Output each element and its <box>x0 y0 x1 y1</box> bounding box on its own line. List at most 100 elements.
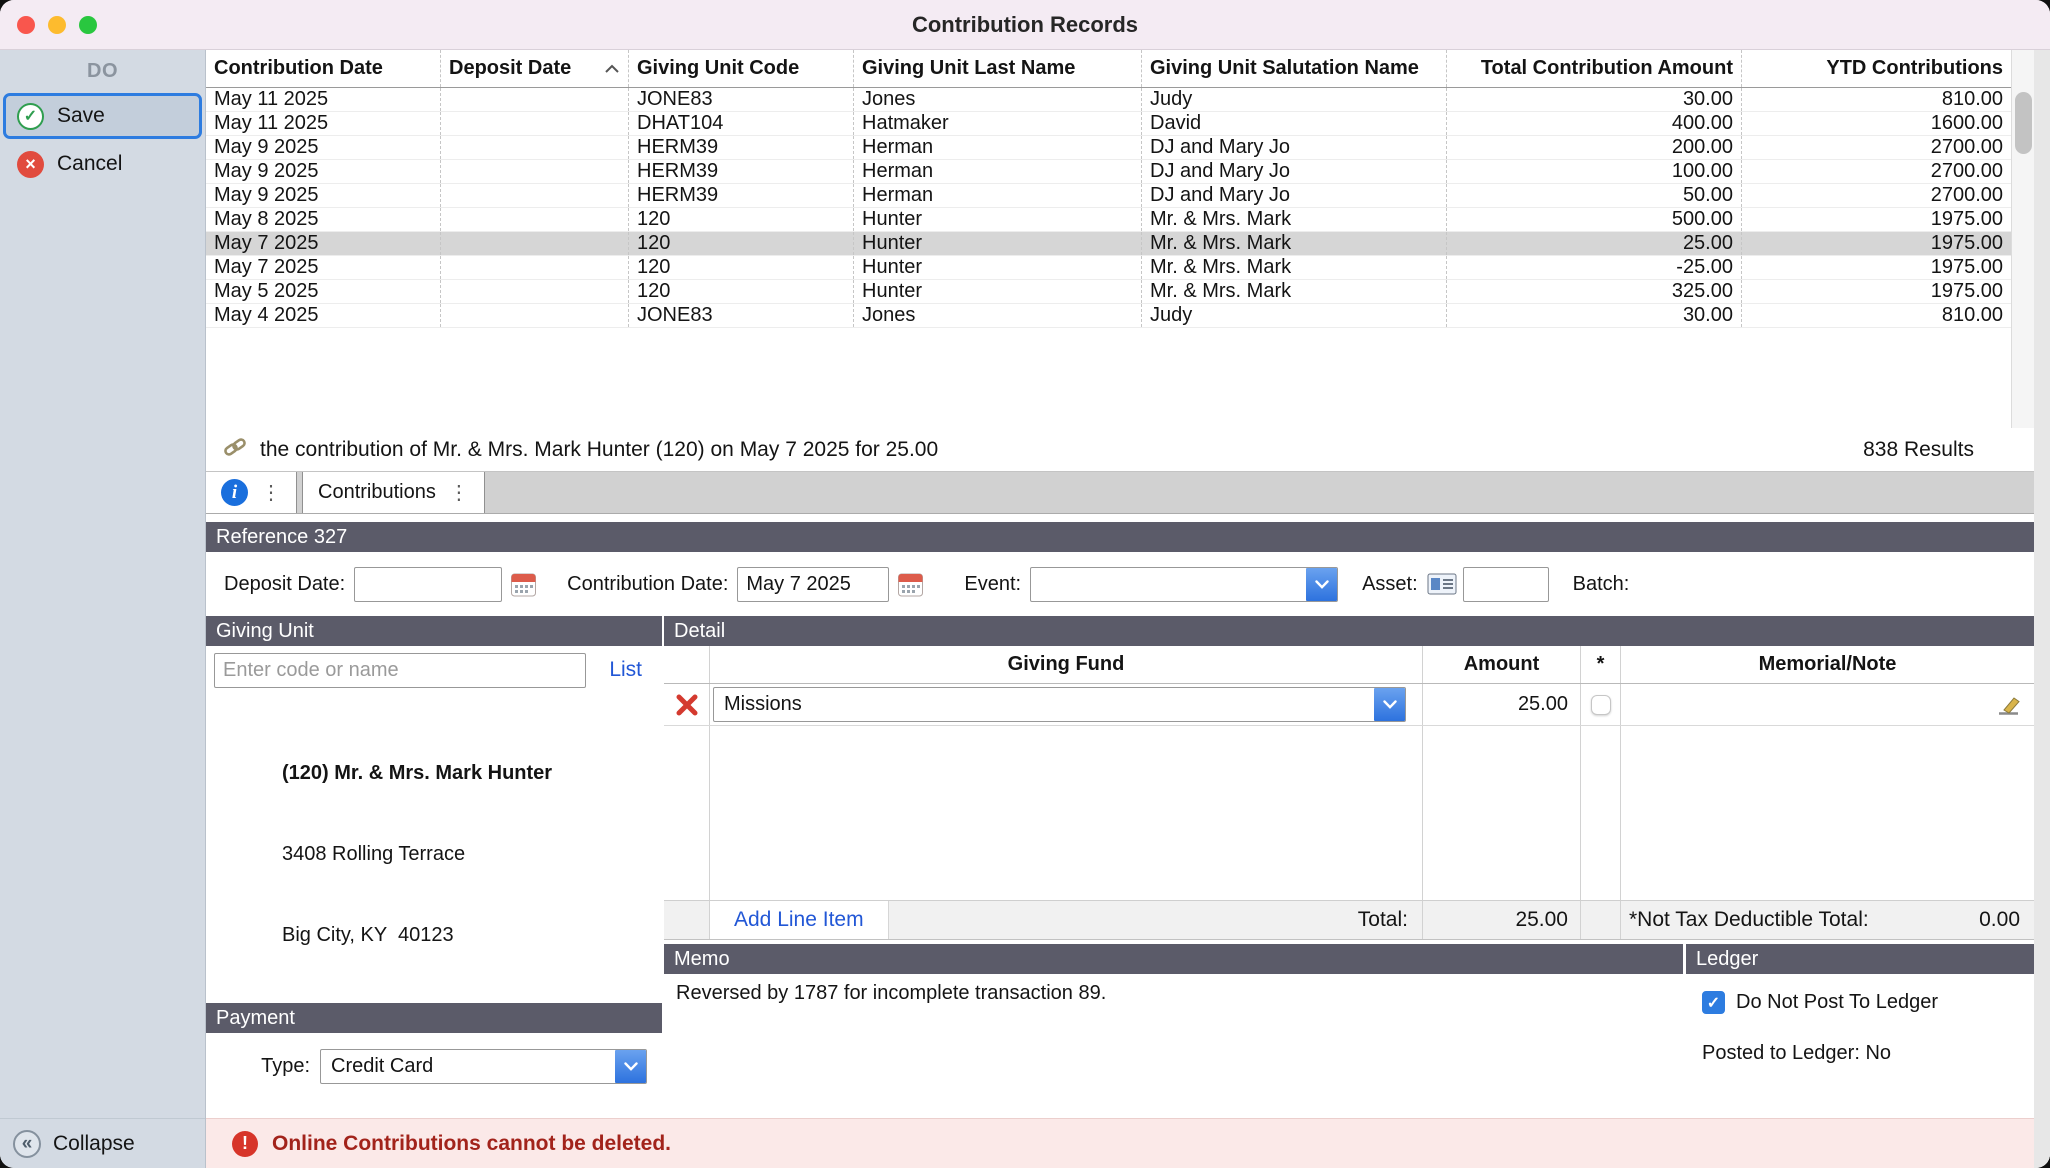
collapse-button[interactable]: « Collapse <box>0 1118 205 1168</box>
cell-contribution-date: May 11 2025 <box>206 88 441 111</box>
payment-type-dropdown-button[interactable] <box>615 1050 646 1083</box>
cell-ytd: 1975.00 <box>1742 232 2011 255</box>
deposit-date-input[interactable] <box>354 567 502 602</box>
record-form-row: Deposit Date: Contribution Date: <box>206 552 2034 616</box>
cancel-button[interactable]: × Cancel <box>3 141 202 187</box>
memorial-note-icon[interactable] <box>1996 694 2024 716</box>
table-row[interactable]: May 5 2025 120 Hunter Mr. & Mrs. Mark 32… <box>206 280 2011 304</box>
do-sidebar: DO ✓ Save × Cancel « Collapse <box>0 50 206 1168</box>
giving-fund-dropdown-button[interactable] <box>1374 688 1405 721</box>
memorial-note-field[interactable] <box>1621 684 2034 725</box>
selection-status-bar: the contribution of Mr. & Mrs. Mark Hunt… <box>206 428 2034 472</box>
asset-label: Asset: <box>1362 573 1418 596</box>
table-row[interactable]: May 9 2025 HERM39 Herman DJ and Mary Jo … <box>206 160 2011 184</box>
cell-deposit-date <box>441 256 629 279</box>
giving-unit-name: (120) Mr. & Mrs. Mark Hunter <box>282 760 662 787</box>
tab-contributions[interactable]: Contributions ⋮ <box>302 472 485 513</box>
cell-total-amount: 400.00 <box>1447 112 1742 135</box>
cell-contribution-date: May 11 2025 <box>206 112 441 135</box>
asset-card-icon <box>1427 572 1457 596</box>
memo-header: Memo <box>664 944 1683 974</box>
detail-header-row: Giving Fund Amount * Memorial/Note <box>664 646 2034 684</box>
giving-unit-address-block: (120) Mr. & Mrs. Mark Hunter 3408 Rollin… <box>206 694 662 1003</box>
title-bar: Contribution Records <box>0 0 2050 50</box>
close-button[interactable] <box>17 16 35 34</box>
info-button[interactable]: i ⋮ <box>206 472 297 513</box>
cell-last-name: Hatmaker <box>854 112 1142 135</box>
table-row[interactable]: May 9 2025 HERM39 Herman DJ and Mary Jo … <box>206 136 2011 160</box>
table-scrollbar[interactable] <box>2011 50 2034 428</box>
kebab-icon: ⋮ <box>261 480 281 505</box>
batch-label: Batch: <box>1573 573 1630 596</box>
line-item-amount-field[interactable]: 25.00 <box>1423 684 1581 725</box>
zoom-button[interactable] <box>79 16 97 34</box>
detail-column-amount: Amount <box>1423 646 1581 683</box>
not-tax-deductible-checkbox[interactable] <box>1591 695 1611 715</box>
chevron-down-icon <box>624 1062 638 1071</box>
cell-total-amount: 500.00 <box>1447 208 1742 231</box>
cell-total-amount: 100.00 <box>1447 160 1742 183</box>
table-scrollbar-thumb[interactable] <box>2015 92 2032 154</box>
cell-salutation: Mr. & Mrs. Mark <box>1142 280 1447 303</box>
chevron-down-icon <box>1315 580 1329 589</box>
table-row[interactable]: May 11 2025 DHAT104 Hatmaker David 400.0… <box>206 112 2011 136</box>
save-check-icon: ✓ <box>17 103 44 130</box>
window: Contribution Records DO ✓ Save × Cancel … <box>0 0 2050 1168</box>
table-row[interactable]: May 8 2025 120 Hunter Mr. & Mrs. Mark 50… <box>206 208 2011 232</box>
table-row[interactable]: May 9 2025 HERM39 Herman DJ and Mary Jo … <box>206 184 2011 208</box>
cell-last-name: Hunter <box>854 232 1142 255</box>
cell-giving-unit-code: 120 <box>629 232 854 255</box>
do-not-post-checkbox[interactable]: ✓ <box>1702 991 1725 1014</box>
detail-header: Detail <box>664 616 2034 646</box>
delete-line-item-button[interactable] <box>675 693 699 717</box>
ledger-header: Ledger <box>1686 944 2034 974</box>
column-header-total-amount[interactable]: Total Contribution Amount <box>1447 50 1742 87</box>
deposit-date-calendar-button[interactable] <box>509 570 537 598</box>
save-button[interactable]: ✓ Save <box>3 93 202 139</box>
table-row[interactable]: May 11 2025 JONE83 Jones Judy 30.00 810.… <box>206 88 2011 112</box>
column-header-giving-unit-code[interactable]: Giving Unit Code <box>629 50 854 87</box>
giving-fund-select[interactable]: Missions <box>713 687 1406 722</box>
cell-ytd: 810.00 <box>1742 88 2011 111</box>
cell-contribution-date: May 7 2025 <box>206 256 441 279</box>
table-row[interactable]: May 7 2025 120 Hunter Mr. & Mrs. Mark 25… <box>206 232 2011 256</box>
save-label: Save <box>57 104 105 128</box>
link-icon <box>222 434 248 466</box>
alert-icon: ! <box>232 1131 258 1157</box>
cell-deposit-date <box>441 232 629 255</box>
cell-last-name: Jones <box>854 304 1142 327</box>
payment-type-select[interactable]: Credit Card <box>320 1049 647 1084</box>
cell-deposit-date <box>441 184 629 207</box>
column-header-contribution-date[interactable]: Contribution Date <box>206 50 441 87</box>
cell-contribution-date: May 9 2025 <box>206 160 441 183</box>
contribution-date-input[interactable] <box>737 567 889 602</box>
giving-unit-search-input[interactable] <box>214 653 586 688</box>
payment-header: Payment <box>206 1003 662 1033</box>
cell-salutation: DJ and Mary Jo <box>1142 160 1447 183</box>
column-header-ytd[interactable]: YTD Contributions <box>1742 50 2011 87</box>
detail-line-item-row: Missions 25.00 <box>664 684 2034 726</box>
event-select[interactable] <box>1030 567 1338 602</box>
cell-deposit-date <box>441 112 629 135</box>
asset-lookup-button[interactable] <box>1427 572 1457 596</box>
add-line-item-link[interactable]: Add Line Item <box>734 908 864 932</box>
info-icon: i <box>221 479 248 506</box>
memo-field[interactable]: Reversed by 1787 for incomplete transact… <box>664 974 1683 1118</box>
cell-last-name: Hunter <box>854 208 1142 231</box>
sort-ascending-icon <box>604 57 620 80</box>
asset-input[interactable] <box>1463 567 1549 602</box>
window-title: Contribution Records <box>0 12 2050 38</box>
event-dropdown-button[interactable] <box>1306 568 1337 601</box>
cell-total-amount: 200.00 <box>1447 136 1742 159</box>
contribution-date-label: Contribution Date: <box>567 573 728 596</box>
column-header-deposit-date[interactable]: Deposit Date <box>441 50 629 87</box>
minimize-button[interactable] <box>48 16 66 34</box>
table-row[interactable]: May 4 2025 JONE83 Jones Judy 30.00 810.0… <box>206 304 2011 328</box>
column-header-last-name[interactable]: Giving Unit Last Name <box>854 50 1142 87</box>
cell-contribution-date: May 7 2025 <box>206 232 441 255</box>
giving-unit-list-link[interactable]: List <box>609 658 642 682</box>
column-header-salutation[interactable]: Giving Unit Salutation Name <box>1142 50 1447 87</box>
contribution-date-calendar-button[interactable] <box>896 570 924 598</box>
table-row[interactable]: May 7 2025 120 Hunter Mr. & Mrs. Mark -2… <box>206 256 2011 280</box>
cell-salutation: Judy <box>1142 304 1447 327</box>
